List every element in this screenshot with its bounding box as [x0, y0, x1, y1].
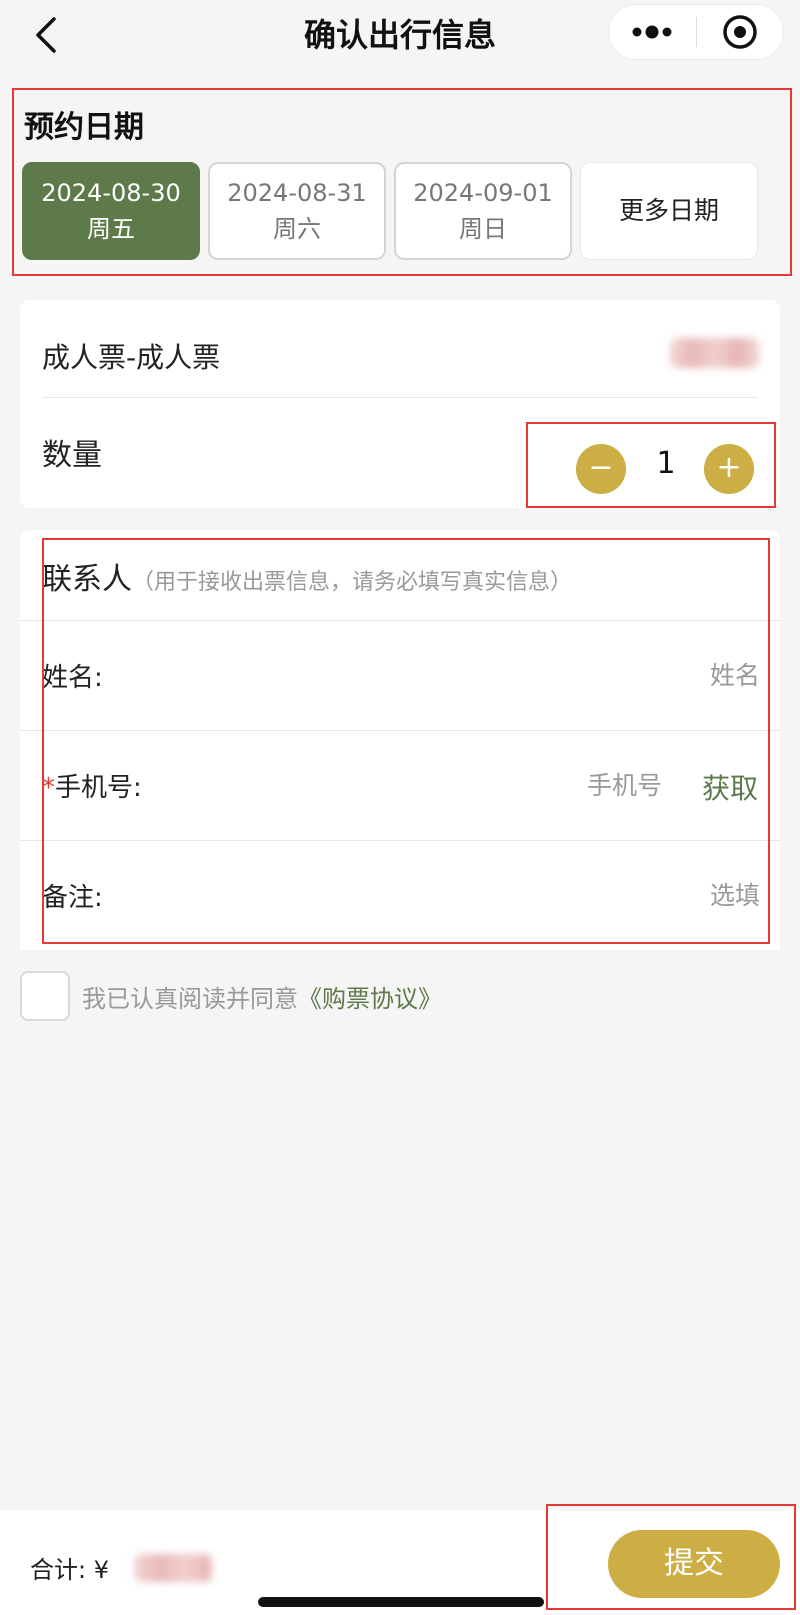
weekday-text: 周六	[273, 215, 321, 243]
minus-icon[interactable]: −	[576, 444, 626, 494]
phone-input[interactable]	[342, 763, 662, 807]
weekday-text: 周五	[87, 215, 135, 243]
contact-header: 联系人（用于接收出票信息，请务必填写真实信息）	[42, 554, 572, 598]
total-price-blurred	[134, 1554, 212, 1582]
more-dates-label: 更多日期	[618, 196, 719, 225]
phone-label: *手机号:	[42, 767, 142, 804]
ticket-price-blurred	[670, 338, 760, 368]
total-label: 合计: ¥	[30, 1556, 109, 1584]
target-circle-icon	[723, 15, 757, 49]
phone-row: *手机号: 获取	[20, 730, 780, 840]
name-row: 姓名:	[20, 620, 780, 730]
name-label: 姓名:	[42, 663, 103, 693]
get-phone-button[interactable]: 获取	[702, 767, 758, 807]
home-indicator	[258, 1597, 544, 1607]
quantity-stepper: − 1 +	[526, 422, 776, 508]
chevron-left-icon	[36, 17, 56, 53]
quantity-label: 数量	[42, 438, 102, 473]
ticket-divider	[42, 397, 758, 398]
ticket-name: 成人票-成人票	[42, 341, 221, 374]
back-button[interactable]	[22, 10, 72, 60]
more-dates-button[interactable]: 更多日期	[580, 162, 758, 260]
submit-button[interactable]: 提交	[608, 1530, 780, 1598]
agreement-text: 我已认真阅读并同意	[82, 984, 298, 1013]
date-section-title: 预约日期	[24, 110, 144, 145]
plus-icon[interactable]: +	[704, 444, 754, 494]
ticket-card: 成人票-成人票 数量 − 1 +	[20, 300, 780, 508]
more-menu-button[interactable]	[609, 4, 696, 60]
contact-card: 联系人（用于接收出票信息，请务必填写真实信息） 姓名: *手机号: 获取 备注:	[20, 530, 780, 950]
quantity-value: 1	[656, 446, 676, 481]
nav-bar: 确认出行信息	[0, 0, 800, 72]
date-text: 2024-08-30	[41, 179, 181, 207]
date-option-0[interactable]: 2024-08-30 周五	[22, 162, 200, 260]
close-miniprogram-button[interactable]	[697, 4, 784, 60]
weekday-text: 周日	[459, 215, 507, 243]
date-option-2[interactable]: 2024-09-01 周日	[394, 162, 572, 260]
date-text: 2024-08-31	[227, 179, 367, 207]
required-mark: *	[42, 773, 55, 803]
reservation-date-section: 预约日期 2024-08-30 周五 2024-08-31 周六 2024-09…	[12, 88, 792, 276]
contact-hint: （用于接收出票信息，请务必填写真实信息）	[132, 570, 573, 595]
agreement-row: 我已认真阅读并同意 《购票协议》	[20, 970, 442, 1022]
agreement-checkbox[interactable]	[20, 971, 70, 1021]
phone-label-text: 手机号:	[55, 773, 142, 803]
date-option-1[interactable]: 2024-08-31 周六	[208, 162, 386, 260]
agreement-link[interactable]: 《购票协议》	[298, 979, 442, 1014]
remark-label: 备注:	[42, 883, 103, 913]
date-text: 2024-09-01	[413, 179, 553, 207]
contact-title: 联系人	[42, 562, 132, 597]
remark-row: 备注:	[20, 840, 780, 950]
remark-input[interactable]	[340, 873, 760, 917]
mini-program-capsule	[608, 4, 784, 60]
name-input[interactable]	[340, 653, 760, 697]
more-dots-icon	[632, 25, 672, 39]
